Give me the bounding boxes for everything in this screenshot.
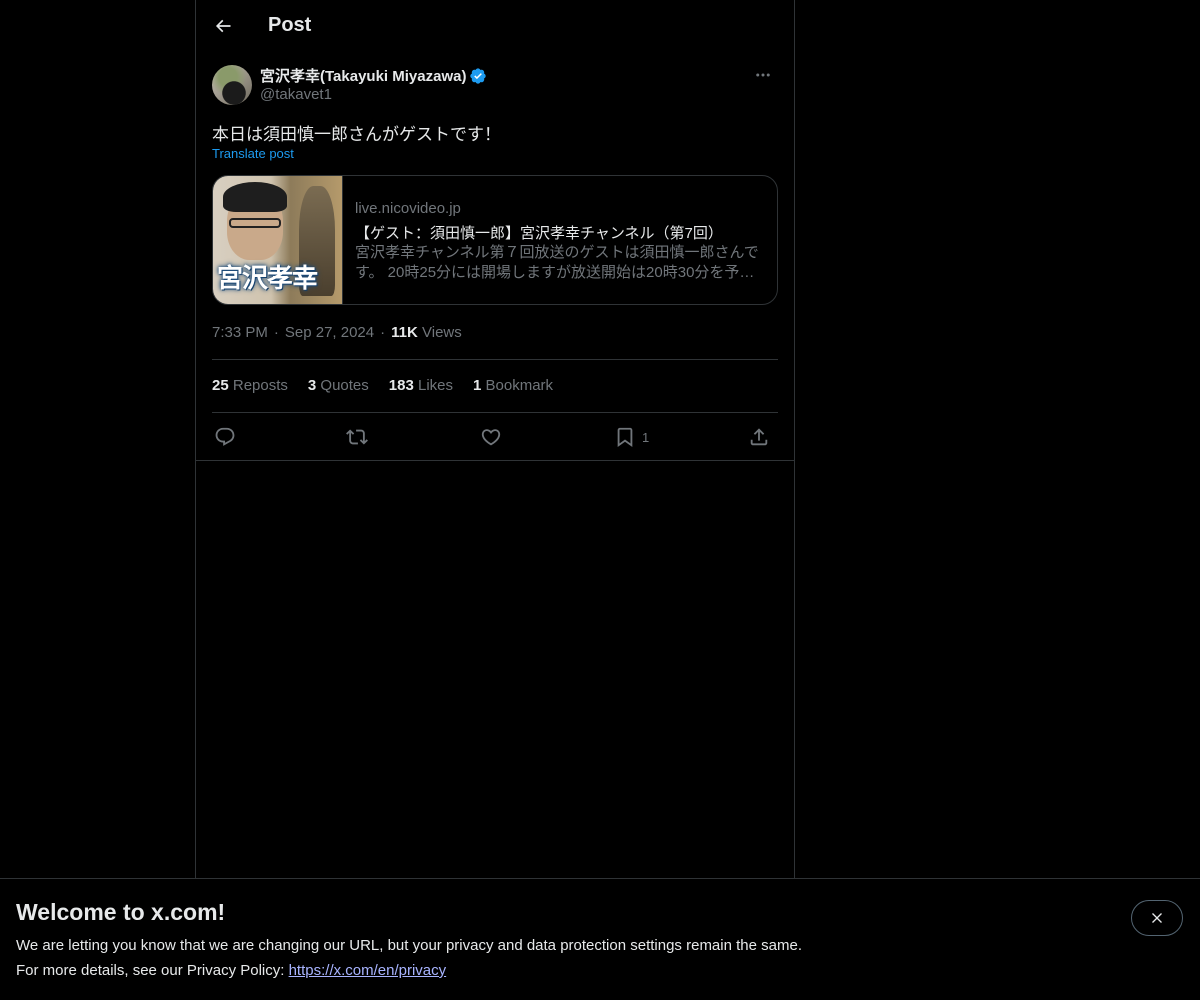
card-description: 宮沢孝幸チャンネル第７回放送のゲストは須田慎一郎さんです。 20時25分には開場… <box>355 244 759 281</box>
stat-bookmarks[interactable]: 1 Bookmark <box>473 377 553 394</box>
stat-count: 25 <box>212 377 229 394</box>
engagement-stats: 25 Reposts 3 Quotes 183 Likes 1 Bookmark <box>212 377 553 394</box>
repost-button[interactable] <box>346 424 368 450</box>
post-date[interactable]: Sep 27, 2024 <box>285 324 374 341</box>
share-icon <box>750 428 768 446</box>
stat-label: Bookmark <box>485 377 554 394</box>
link-card[interactable]: 宮沢孝幸 live.nicovideo.jp 【ゲスト：須田慎一郎】宮沢孝幸チャ… <box>212 175 778 305</box>
stat-reposts[interactable]: 25 Reposts <box>212 377 288 394</box>
views-label: Views <box>422 324 462 341</box>
stat-label: Reposts <box>232 377 288 394</box>
like-button[interactable] <box>480 424 502 450</box>
post-header: Post <box>196 0 794 53</box>
heart-icon <box>481 429 501 446</box>
meta-separator: · <box>273 324 279 341</box>
meta-separator: · <box>380 324 386 341</box>
close-icon <box>1152 913 1162 923</box>
views: 11K Views <box>391 324 462 341</box>
bookmark-count: 1 <box>642 429 650 445</box>
translate-post-link[interactable]: Translate post <box>212 146 294 161</box>
stat-label: Likes <box>417 377 454 394</box>
divider <box>212 412 778 413</box>
post-bottom-border <box>196 460 794 461</box>
back-button[interactable] <box>206 9 240 43</box>
banner-title: Welcome to x.com! <box>16 899 226 925</box>
banner-privacy-line: For more details, see our Privacy Policy… <box>16 962 446 979</box>
action-bar: 1 <box>212 420 778 454</box>
avatar[interactable] <box>212 65 252 105</box>
post-author: 宮沢孝幸(Takayuki Miyazawa) @takavet1 <box>212 64 778 106</box>
banner-message: We are letting you know that we are chan… <box>16 937 802 954</box>
thumbnail-hair <box>223 182 287 212</box>
divider <box>212 359 778 360</box>
banner-privacy-prefix: For more details, see our Privacy Policy… <box>16 962 289 979</box>
arrow-left-icon <box>215 19 231 33</box>
card-title: 【ゲスト：須田慎一郎】宮沢孝幸チャンネル（第7回） <box>355 225 723 242</box>
url-change-banner: Welcome to x.com! We are letting you kno… <box>0 878 1200 1000</box>
post-column: Post 宮沢孝幸(Takayuki Miyazawa) @takavet1 本… <box>195 0 795 880</box>
stat-count: 183 <box>388 377 414 394</box>
stat-count: 3 <box>307 377 317 394</box>
bookmark-button[interactable]: 1 <box>614 424 649 450</box>
card-domain: live.nicovideo.jp <box>355 200 461 217</box>
thumbnail-glasses <box>229 218 281 228</box>
post-meta: 7:33 PM · Sep 27, 2024 · 11K Views <box>212 324 462 341</box>
author-display-name[interactable]: 宮沢孝幸(Takayuki Miyazawa) <box>260 65 466 86</box>
author-handle[interactable]: @takavet1 <box>260 86 332 103</box>
stat-likes[interactable]: 183 Likes <box>389 377 453 394</box>
views-count: 11K <box>391 324 418 341</box>
verified-badge-icon <box>470 67 487 84</box>
banner-close-button[interactable] <box>1131 900 1183 936</box>
author-name-row[interactable]: 宮沢孝幸(Takayuki Miyazawa) <box>260 65 487 86</box>
post-text: 本日は須田慎一郎さんがゲストです！ <box>212 125 501 144</box>
thumbnail-caption: 宮沢孝幸 <box>217 264 318 294</box>
bookmark-icon <box>617 427 633 448</box>
more-options-button[interactable] <box>748 64 778 86</box>
stat-label: Quotes <box>320 377 369 394</box>
privacy-policy-link[interactable]: https://x.com/en/privacy <box>289 962 447 979</box>
post-time[interactable]: 7:33 PM <box>212 324 268 341</box>
share-button[interactable] <box>748 424 770 450</box>
stat-count: 1 <box>473 377 482 394</box>
reply-button[interactable] <box>214 424 236 450</box>
reply-icon <box>215 427 235 446</box>
repost-icon <box>346 429 368 445</box>
stat-quotes[interactable]: 3 Quotes <box>308 377 369 394</box>
more-icon <box>756 73 770 77</box>
page-title: Post <box>268 14 312 36</box>
card-thumbnail: 宮沢孝幸 <box>213 176 343 304</box>
